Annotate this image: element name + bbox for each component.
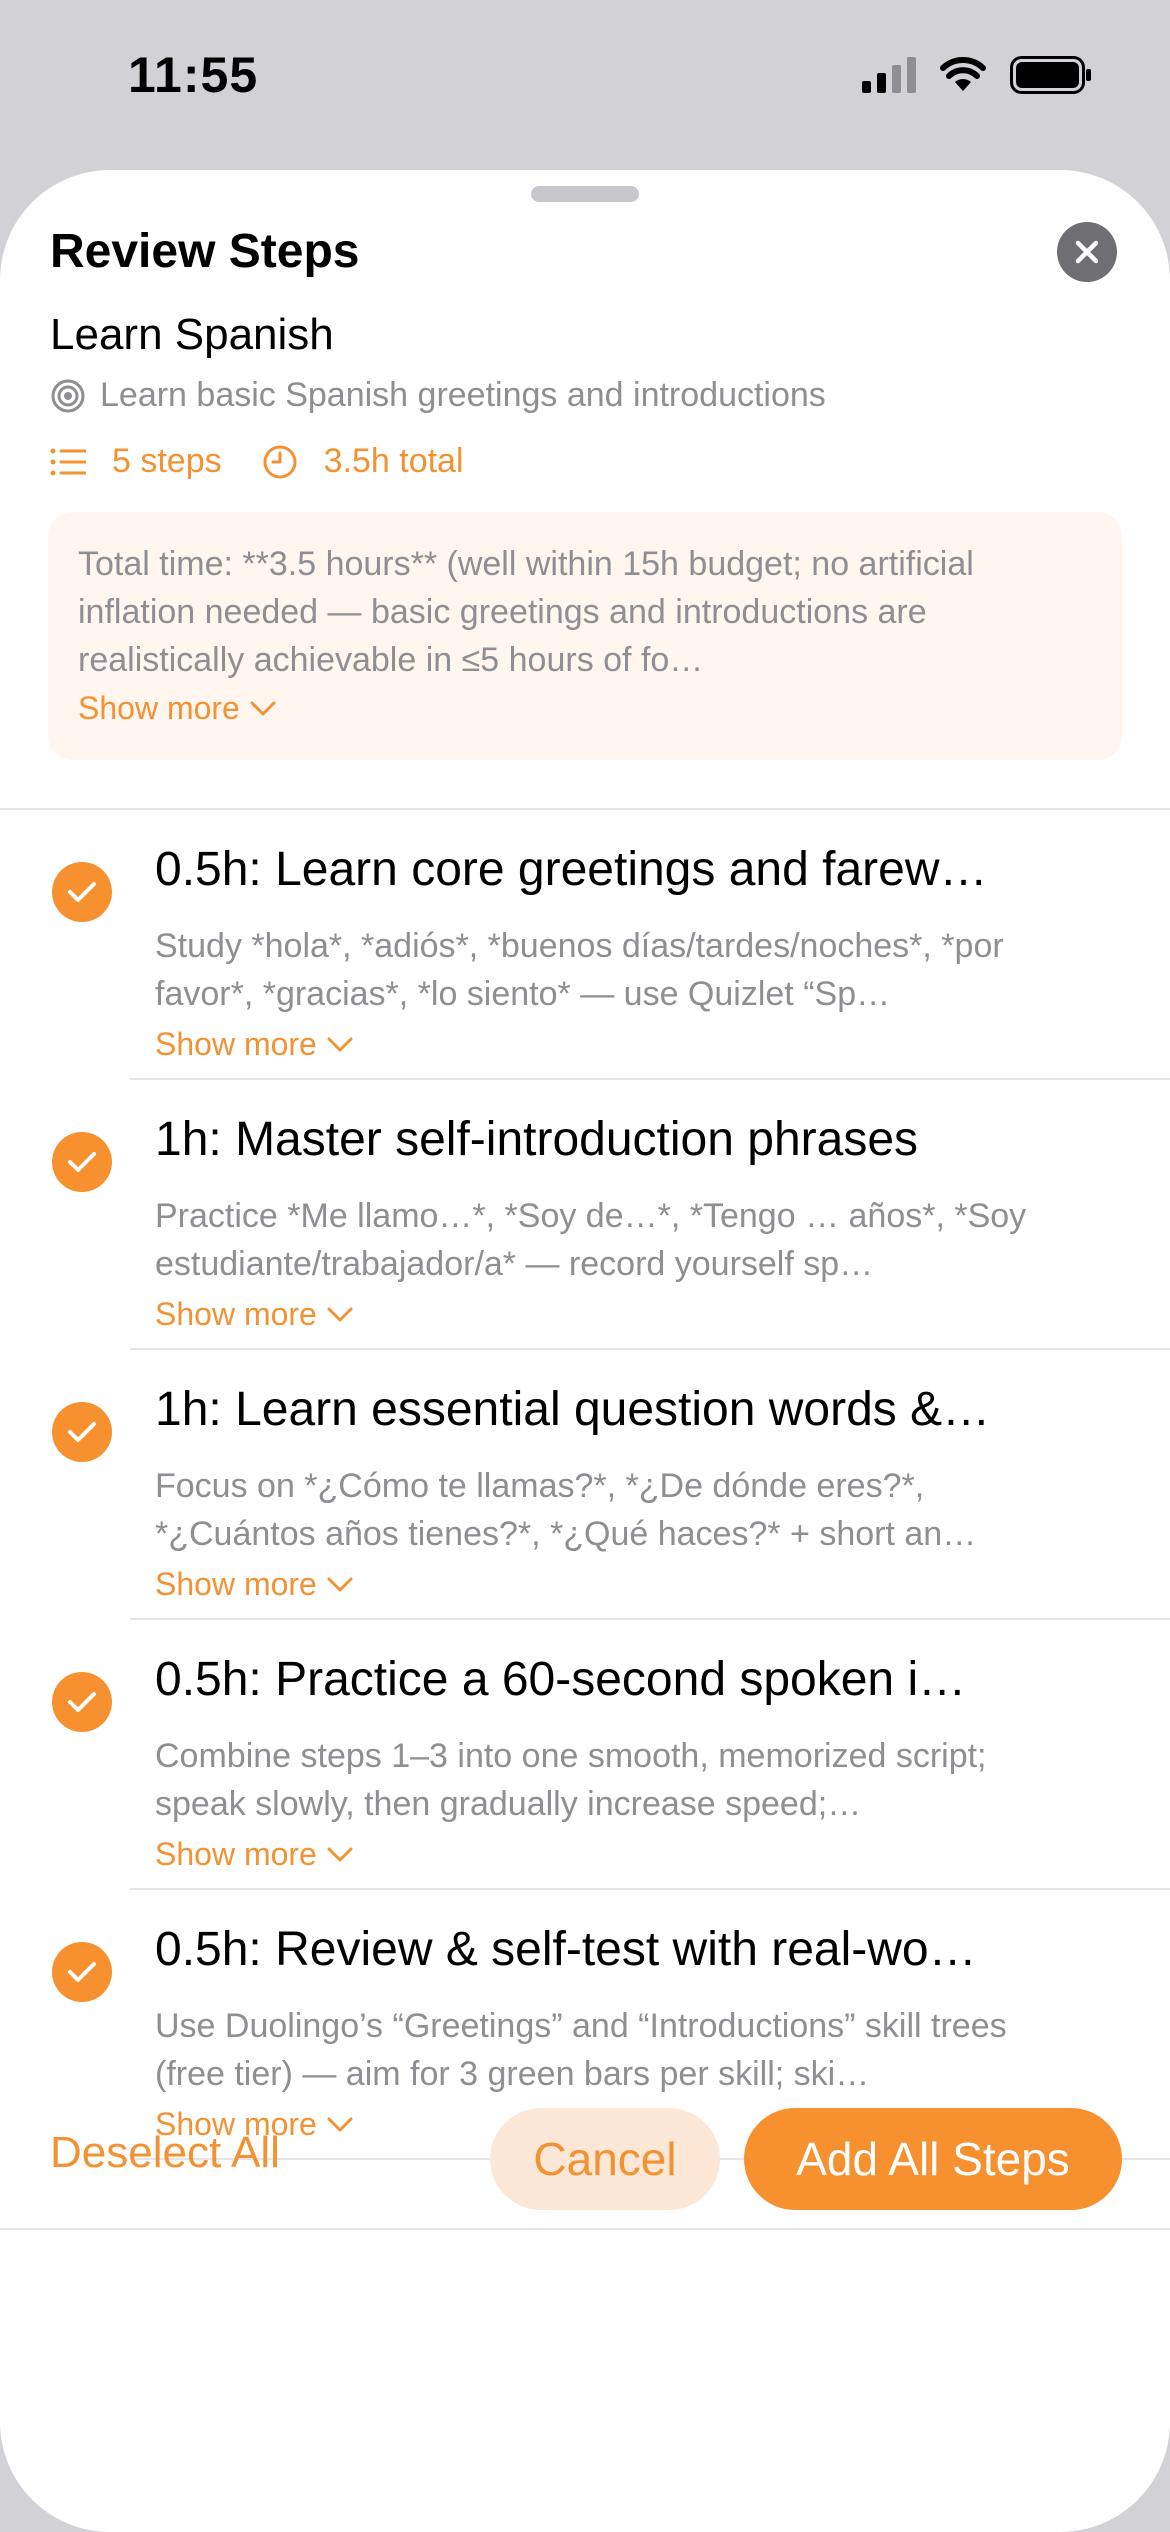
show-more-label: Show more <box>155 1566 317 1602</box>
close-button[interactable] <box>1057 222 1117 282</box>
step-title: 1h: Learn essential question words &… <box>155 1383 991 1436</box>
status-bar: 11:55 <box>0 0 1170 150</box>
step-show-more-button[interactable]: Show more <box>155 1836 353 1873</box>
chevron-down-icon <box>250 701 276 715</box>
goal-title: Learn Spanish <box>50 310 334 359</box>
step-checkbox[interactable] <box>52 1942 112 2002</box>
show-more-label: Show more <box>155 1026 317 1062</box>
chevron-down-icon <box>327 1037 353 1051</box>
step-checkbox[interactable] <box>52 1402 112 1462</box>
status-icons <box>862 56 1092 94</box>
chevron-down-icon <box>327 1577 353 1591</box>
sheet-grabber[interactable] <box>531 186 639 202</box>
plan-note: Total time: **3.5 hours** (well within 1… <box>48 512 1122 760</box>
goal-description-text: Learn basic Spanish greetings and introd… <box>100 376 826 414</box>
plan-note-text: Total time: **3.5 hours** (well within 1… <box>78 545 974 679</box>
deselect-all-button[interactable]: Deselect All <box>50 2128 280 2178</box>
steps-count: 5 steps <box>50 442 222 481</box>
step-row[interactable]: 0.5h: Practice a 60-second spoken i… Com… <box>0 1620 1170 1890</box>
chevron-down-icon <box>327 2117 353 2131</box>
sheet-title: Review Steps <box>50 225 360 278</box>
checkmark-icon <box>68 1422 96 1442</box>
step-description: Focus on *¿Cómo te llamas?*, *¿De dónde … <box>155 1467 977 1553</box>
checkmark-icon <box>68 882 96 902</box>
checkmark-icon <box>68 1962 96 1982</box>
cancel-button[interactable]: Cancel <box>490 2108 720 2210</box>
close-icon <box>1075 240 1099 264</box>
steps-list: 0.5h: Learn core greetings and farew… St… <box>0 810 1170 2160</box>
steps-count-text: 5 steps <box>112 442 222 480</box>
total-time: 3.5h total <box>262 442 464 481</box>
step-title: 0.5h: Practice a 60-second spoken i… <box>155 1653 967 1706</box>
list-icon <box>50 448 86 475</box>
show-more-label: Show more <box>78 690 240 726</box>
step-row[interactable]: 1h: Master self-introduction phrases Pra… <box>0 1080 1170 1350</box>
battery-icon <box>1010 56 1091 94</box>
step-row[interactable]: 0.5h: Learn core greetings and farew… St… <box>0 810 1170 1080</box>
step-description: Practice *Me llamo…*, *Soy de…*, *Tengo … <box>155 1197 1027 1283</box>
wifi-icon <box>940 57 986 91</box>
step-checkbox[interactable] <box>52 1132 112 1192</box>
step-show-more-button[interactable]: Show more <box>155 1566 353 1603</box>
step-show-more-button[interactable]: Show more <box>155 1026 353 1063</box>
step-title: 0.5h: Learn core greetings and farew… <box>155 843 988 896</box>
step-show-more-button[interactable]: Show more <box>155 1296 353 1333</box>
step-description: Combine steps 1–3 into one smooth, memor… <box>155 1737 987 1823</box>
total-time-text: 3.5h total <box>323 442 464 480</box>
show-more-label: Show more <box>155 1296 317 1332</box>
note-show-more-button[interactable]: Show more <box>78 690 276 727</box>
clock-icon <box>263 445 297 478</box>
target-icon <box>51 379 85 412</box>
chevron-down-icon <box>327 1307 353 1321</box>
chevron-down-icon <box>327 1847 353 1861</box>
step-checkbox[interactable] <box>52 1672 112 1732</box>
divider <box>0 2228 1170 2230</box>
step-row[interactable]: 1h: Learn essential question words &… Fo… <box>0 1350 1170 1620</box>
step-description: Study *hola*, *adiós*, *buenos días/tard… <box>155 927 1004 1013</box>
step-title: 1h: Master self-introduction phrases <box>155 1113 919 1166</box>
step-title: 0.5h: Review & self-test with real-wo… <box>155 1923 977 1976</box>
step-checkbox[interactable] <box>52 862 112 922</box>
add-all-steps-button[interactable]: Add All Steps <box>744 2108 1122 2210</box>
cellular-signal-icon <box>862 57 916 93</box>
status-time: 11:55 <box>128 47 259 103</box>
show-more-label: Show more <box>155 1836 317 1872</box>
checkmark-icon <box>68 1692 96 1712</box>
step-description: Use Duolingo’s “Greetings” and “Introduc… <box>155 2007 1007 2093</box>
goal-description: Learn basic Spanish greetings and introd… <box>50 376 826 415</box>
checkmark-icon <box>68 1152 96 1172</box>
goal-meta: 5 steps 3.5h total <box>50 442 504 481</box>
